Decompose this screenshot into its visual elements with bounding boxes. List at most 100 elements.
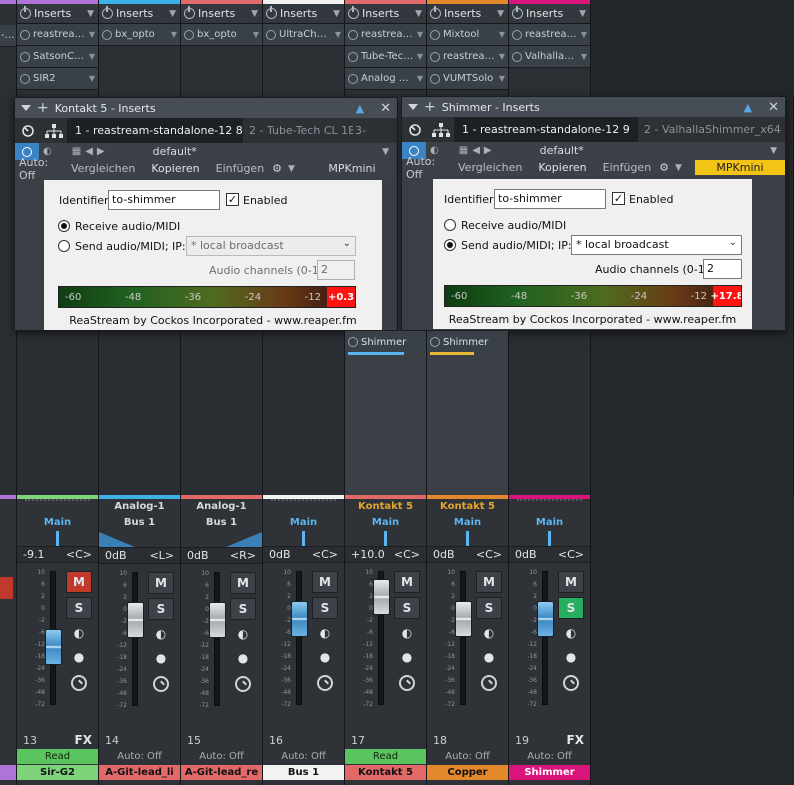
inserts-header[interactable]: Inserts ▼ bbox=[427, 4, 508, 24]
fader-track[interactable] bbox=[460, 571, 466, 705]
insert-slot[interactable]: VUMTSolo ▼ bbox=[427, 68, 508, 90]
mute-button[interactable]: M bbox=[230, 572, 256, 594]
insert-slot-active[interactable]: 1 - reastream-standalone-12 8 bbox=[67, 118, 243, 143]
volume-fader[interactable] bbox=[45, 629, 62, 665]
solo-button[interactable]: S bbox=[558, 597, 584, 619]
inserts-header[interactable]: Inserts ▼ bbox=[99, 4, 180, 24]
insert-slot[interactable]: reastream-s..▼ bbox=[17, 24, 98, 46]
pan-value[interactable]: <R> bbox=[230, 549, 256, 562]
channel-name[interactable]: A-Git-lead_re bbox=[181, 765, 262, 780]
instrument-row[interactable]: Analog-1 bbox=[181, 499, 262, 513]
automation-mode[interactable]: Auto: Off bbox=[263, 749, 344, 764]
pan-slider[interactable] bbox=[509, 531, 590, 546]
volume-value[interactable]: 0dB bbox=[187, 549, 209, 562]
send-level-bar[interactable] bbox=[348, 352, 404, 355]
power-icon[interactable] bbox=[266, 6, 277, 19]
inserts-header[interactable]: Inserts ▼ bbox=[17, 4, 98, 24]
gear-icon[interactable]: ⚙ bbox=[272, 162, 282, 175]
volume-value[interactable]: 0dB bbox=[269, 548, 291, 561]
automation-mode[interactable]: Auto: Off bbox=[181, 749, 262, 764]
power-icon[interactable] bbox=[348, 6, 359, 19]
paste-button[interactable]: Einfügen bbox=[208, 162, 273, 175]
insert-slot[interactable]: ValhallaShi..▼ bbox=[509, 46, 590, 68]
pan-slider[interactable] bbox=[263, 531, 344, 546]
pan-value[interactable]: <C> bbox=[394, 548, 420, 561]
pan-marker[interactable] bbox=[302, 531, 305, 546]
insert-slot[interactable]: Analog Delay▼ bbox=[345, 68, 426, 90]
window-title-bar[interactable]: + Kontakt 5 - Inserts ▲ ✕ bbox=[15, 98, 397, 118]
record-icon[interactable]: ● bbox=[394, 647, 420, 667]
volume-value[interactable]: +10.0 bbox=[351, 548, 385, 561]
pan-value[interactable]: <C> bbox=[558, 548, 584, 561]
receive-radio[interactable] bbox=[58, 220, 70, 232]
receive-radio[interactable] bbox=[444, 219, 456, 231]
preset-list-icon[interactable]: ▦ bbox=[72, 146, 81, 157]
instrument-row[interactable]: Kontakt 5 bbox=[427, 499, 508, 513]
volume-fader[interactable] bbox=[291, 601, 308, 637]
preset-name[interactable]: default* bbox=[153, 145, 197, 158]
volume-value[interactable]: 0dB bbox=[515, 548, 537, 561]
midi-input-button[interactable]: MPKmini bbox=[307, 161, 397, 176]
power-icon[interactable] bbox=[20, 73, 30, 84]
solo-button[interactable]: S bbox=[148, 598, 174, 620]
power-icon[interactable] bbox=[348, 51, 358, 62]
output-bus[interactable]: Bus 1 bbox=[181, 513, 262, 532]
instrument-row[interactable] bbox=[509, 499, 590, 513]
volume-fader[interactable] bbox=[373, 579, 390, 615]
peak-indicator[interactable]: +0.3 bbox=[327, 287, 355, 307]
input-gain-knob[interactable] bbox=[153, 676, 169, 692]
pan-slider[interactable] bbox=[345, 531, 426, 546]
mute-button[interactable]: M bbox=[394, 571, 420, 593]
insert-slot[interactable]: -s.. bbox=[0, 25, 16, 47]
chevron-down-icon[interactable]: ▼ bbox=[89, 74, 95, 83]
pin-icon[interactable]: ▲ bbox=[356, 102, 364, 115]
record-icon[interactable]: ● bbox=[476, 647, 502, 667]
chevron-down-icon[interactable]: ▼ bbox=[335, 30, 341, 39]
chevron-down-icon[interactable]: ▼ bbox=[89, 52, 95, 61]
power-icon[interactable] bbox=[20, 51, 30, 62]
gear-icon[interactable]: ⚙ bbox=[659, 161, 669, 174]
chevron-down-icon[interactable]: ▼ bbox=[382, 147, 389, 157]
power-icon[interactable] bbox=[20, 6, 31, 19]
identifier-input[interactable]: to-shimmer bbox=[494, 189, 606, 209]
insert-slot[interactable]: Mixtool ▼ bbox=[427, 24, 508, 46]
instrument-row[interactable]: Analog-1 bbox=[99, 499, 180, 513]
volume-fader[interactable] bbox=[127, 602, 144, 638]
monitor-icon[interactable]: ◐ bbox=[66, 623, 92, 643]
ip-dropdown[interactable]: * local broadcast ⌄ bbox=[571, 235, 742, 255]
chevron-down-icon[interactable]: ▼ bbox=[415, 9, 422, 19]
mute-button[interactable]: M bbox=[66, 571, 92, 593]
output-main[interactable]: Main bbox=[509, 513, 590, 531]
power-icon[interactable] bbox=[184, 6, 195, 19]
next-preset-icon[interactable]: ▶ bbox=[484, 145, 492, 156]
insert-slot-next[interactable]: 2 - ValhallaShimmer_x64 bbox=[638, 117, 783, 142]
compare-button[interactable]: Vergleichen bbox=[450, 161, 530, 174]
pan-value[interactable]: <C> bbox=[312, 548, 338, 561]
monitor-icon[interactable]: ◐ bbox=[394, 623, 420, 643]
chevron-down-icon[interactable]: ▼ bbox=[581, 30, 587, 39]
chevron-down-icon[interactable]: ▼ bbox=[169, 9, 176, 19]
mute-button[interactable] bbox=[0, 577, 13, 599]
automation-mode[interactable]: Auto: Off bbox=[509, 749, 590, 764]
power-icon[interactable] bbox=[512, 51, 522, 62]
power-icon[interactable] bbox=[348, 73, 358, 84]
collapse-icon[interactable] bbox=[21, 105, 31, 111]
mute-button[interactable]: M bbox=[148, 572, 174, 594]
inserts-header[interactable]: Inserts ▼ bbox=[509, 4, 590, 24]
send-slot-shimmer-1[interactable]: Shimmer bbox=[345, 331, 426, 353]
power-icon[interactable] bbox=[430, 73, 440, 84]
inserts-header[interactable]: Inserts ▼ bbox=[345, 4, 426, 24]
pan-value[interactable]: <C> bbox=[66, 548, 92, 561]
enabled-checkbox[interactable]: ✓ bbox=[612, 192, 625, 205]
output-bus[interactable]: Bus 1 bbox=[99, 513, 180, 532]
solo-button[interactable]: S bbox=[230, 598, 256, 620]
volume-fader[interactable] bbox=[455, 601, 472, 637]
insert-slot[interactable]: SatsonChan..▼ bbox=[17, 46, 98, 68]
channels-input[interactable]: 2 bbox=[703, 259, 742, 279]
power-icon[interactable] bbox=[430, 51, 440, 62]
chevron-down-icon[interactable]: ▼ bbox=[288, 164, 295, 174]
add-icon[interactable]: + bbox=[424, 100, 436, 114]
input-gain-knob[interactable] bbox=[563, 675, 579, 691]
channel-name[interactable]: Copper bbox=[427, 765, 508, 780]
copy-button[interactable]: Kopieren bbox=[143, 162, 207, 175]
